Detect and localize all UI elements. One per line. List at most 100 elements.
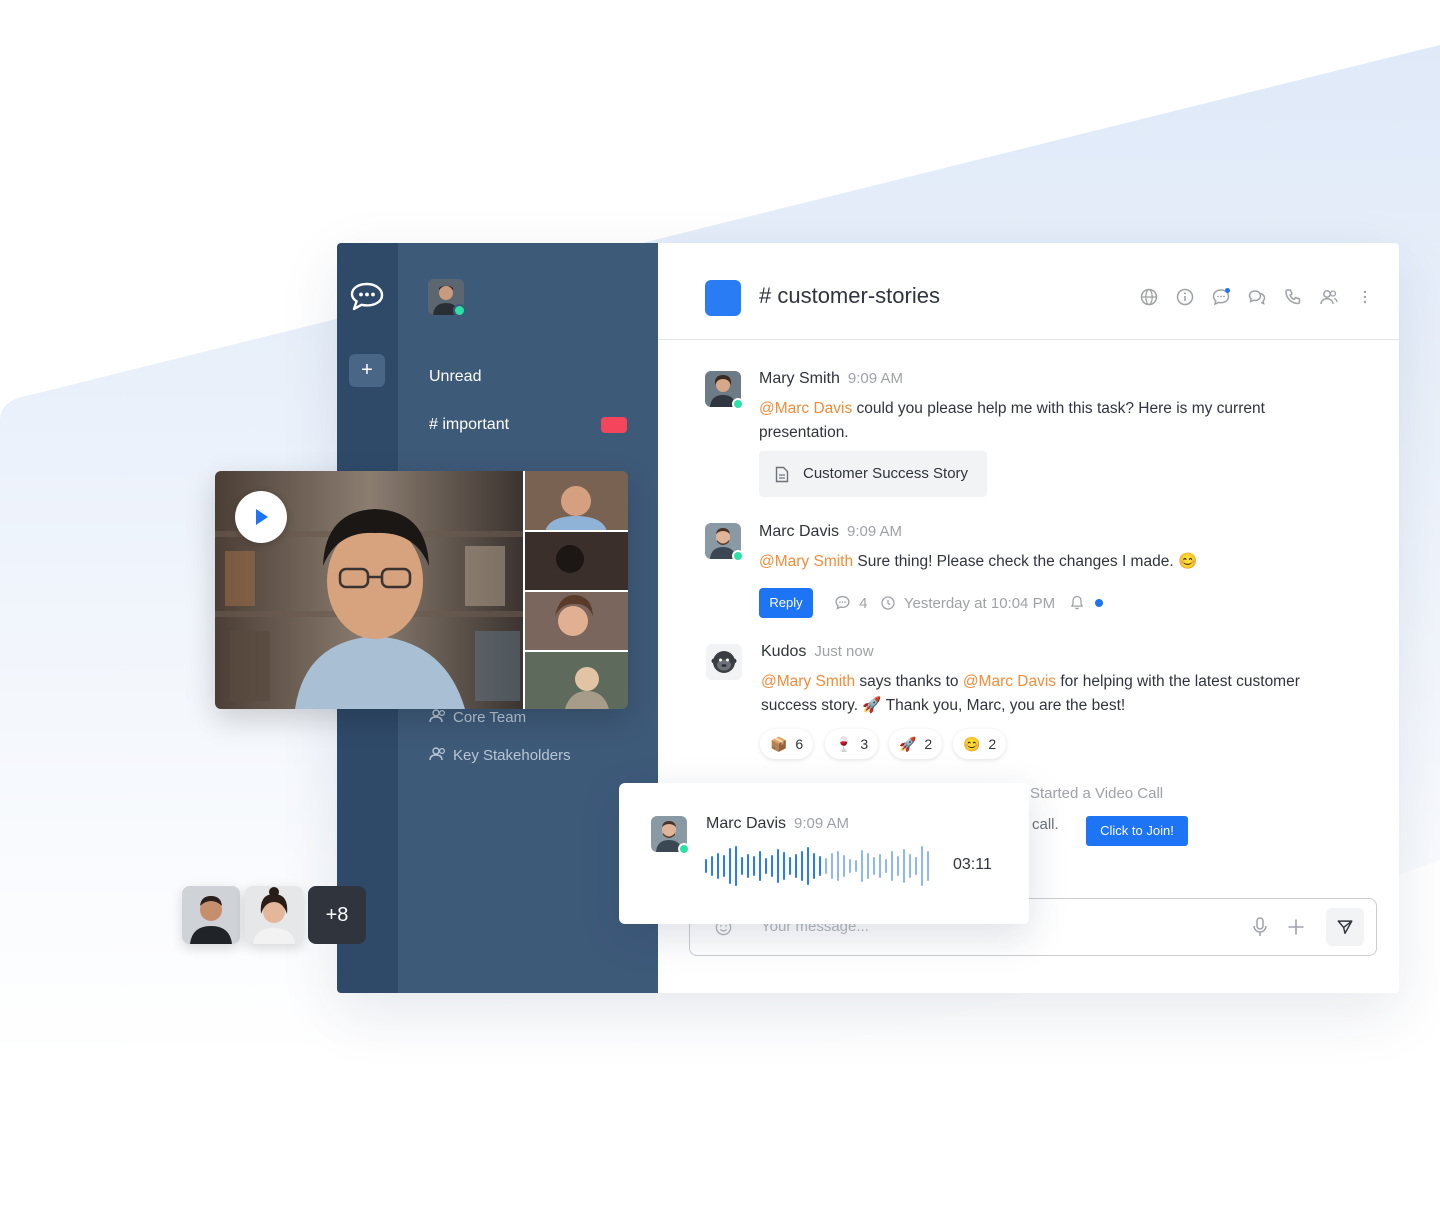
waveform-bar <box>753 856 755 876</box>
message-time: 9:09 AM <box>794 815 850 832</box>
participant-avatar[interactable] <box>182 886 240 944</box>
author-name: Marc Davis <box>759 523 840 540</box>
waveform-bar <box>897 856 899 876</box>
waveform-bar <box>873 857 875 875</box>
audio-message-card: Marc Davis 9:09 AM 03:11 <box>619 783 1029 924</box>
thread-replies-icon <box>835 595 850 610</box>
thread-metadata[interactable]: 4 Yesterday at 10:04 PM <box>834 594 1104 612</box>
unread-badge <box>601 417 627 433</box>
avatar-marc-davis[interactable] <box>651 816 690 855</box>
reaction-chip[interactable]: 😊 2 <box>953 729 1007 759</box>
reaction-emoji: 📦 <box>770 736 788 752</box>
online-status-dot <box>732 398 744 410</box>
sidebar-item-important[interactable]: # important <box>429 416 509 434</box>
waveform-bar <box>741 857 743 875</box>
waveform-bar <box>807 847 809 885</box>
participant-photo <box>245 886 303 944</box>
message-author[interactable]: Marc Davis 9:09 AM <box>759 523 902 541</box>
clock-icon <box>881 596 895 610</box>
message-body: @Mary Smith Sure thing! Please check the… <box>759 550 1359 574</box>
waveform-bar <box>777 849 779 883</box>
send-button[interactable] <box>1326 908 1364 946</box>
reaction-count: 3 <box>860 736 869 752</box>
waveform-bar <box>729 848 731 884</box>
avatar-marc-davis[interactable] <box>705 523 744 562</box>
reaction-chip[interactable]: 📦 6 <box>760 729 814 759</box>
rocketchat-logo-icon[interactable] <box>349 281 385 313</box>
sidebar-item-key-stakeholders[interactable]: Key Stakeholders <box>429 746 571 764</box>
join-call-button[interactable]: Click to Join! <box>1086 816 1188 846</box>
user-avatar[interactable] <box>428 279 466 317</box>
sidebar-item-core-team[interactable]: Core Team <box>429 708 526 726</box>
reply-button[interactable]: Reply <box>759 588 813 618</box>
audio-duration: 03:11 <box>953 856 992 873</box>
waveform-bar <box>705 859 707 873</box>
video-call-preview[interactable] <box>215 471 628 709</box>
waveform-bar <box>927 851 929 881</box>
play-icon <box>256 509 268 525</box>
waveform-bar <box>759 851 761 881</box>
audio-waveform[interactable] <box>705 843 937 889</box>
message-text: Sure thing! Please check the changes I m… <box>853 553 1198 570</box>
send-icon <box>1337 920 1353 935</box>
members-icon[interactable] <box>1319 287 1339 307</box>
sidebar-item-label: Core Team <box>453 709 527 726</box>
reaction-chip[interactable]: 🍷 3 <box>825 729 879 759</box>
thread-last-time: Yesterday at 10:04 PM <box>903 595 1056 612</box>
info-icon[interactable] <box>1175 287 1195 307</box>
waveform-bar <box>891 851 893 881</box>
microphone-icon[interactable] <box>1250 916 1270 938</box>
waveform-bar <box>921 846 923 886</box>
mention-link[interactable]: @Mary Smith <box>761 673 855 690</box>
unread-dot <box>1095 599 1104 607</box>
message-time: 9:09 AM <box>847 523 903 540</box>
message-author[interactable]: Mary Smith 9:09 AM <box>759 370 903 388</box>
author-name: Marc Davis <box>706 815 787 832</box>
mention-link[interactable]: @Marc Davis <box>759 400 852 417</box>
create-new-button[interactable]: + <box>349 354 385 387</box>
waveform-bar <box>795 854 797 878</box>
online-status-dot <box>678 843 690 855</box>
kebab-menu-icon[interactable] <box>1355 287 1375 307</box>
team-icon <box>429 709 446 723</box>
mention-link[interactable]: @Mary Smith <box>759 553 853 570</box>
attachment-file[interactable]: Customer Success Story <box>759 451 987 497</box>
globe-icon[interactable] <box>1139 287 1159 307</box>
reaction-chip[interactable]: 🚀 2 <box>889 729 943 759</box>
more-participants-button[interactable]: +8 <box>308 886 366 944</box>
avatar-mary-smith[interactable] <box>705 371 744 410</box>
room-header: # customer-stories <box>658 243 1399 340</box>
waveform-bar <box>783 852 785 880</box>
reaction-emoji: 🚀 <box>899 736 917 752</box>
message-body: @Marc Davis could you please help me wit… <box>759 397 1319 445</box>
plus-icon[interactable] <box>1286 917 1306 937</box>
online-status-dot <box>732 550 744 562</box>
waveform-bar <box>903 849 905 883</box>
sidebar-item-unread[interactable]: Unread <box>429 368 481 386</box>
message-body: @Mary Smith says thanks to @Marc Davis f… <box>761 670 1301 718</box>
waveform-bar <box>789 857 791 875</box>
play-button[interactable] <box>235 491 287 543</box>
waveform-bar <box>765 858 767 874</box>
participant-avatar[interactable] <box>245 886 303 944</box>
bell-icon[interactable] <box>1069 594 1085 611</box>
threads-icon[interactable] <box>1247 287 1267 307</box>
waveform-bar <box>879 854 881 878</box>
gorilla-icon <box>711 651 737 673</box>
message-author[interactable]: Kudos Just now <box>761 643 874 661</box>
call-icon[interactable] <box>1283 287 1303 307</box>
waveform-bar <box>771 855 773 877</box>
waveform-bar <box>819 856 821 876</box>
message-author[interactable]: Marc Davis 9:09 AM <box>706 815 849 833</box>
mention-link[interactable]: @Marc Davis <box>963 673 1056 690</box>
avatar-kudos-bot[interactable] <box>706 644 742 680</box>
waveform-bar <box>855 860 857 872</box>
waveform-bar <box>849 859 851 873</box>
thread-count: 4 <box>859 595 868 612</box>
discussion-icon[interactable] <box>1211 287 1231 307</box>
online-status-dot <box>453 304 466 317</box>
waveform-bar <box>813 853 815 879</box>
message-time: 9:09 AM <box>847 370 903 387</box>
sidebar-item-label: Key Stakeholders <box>453 747 571 764</box>
waveform-bar <box>747 854 749 878</box>
